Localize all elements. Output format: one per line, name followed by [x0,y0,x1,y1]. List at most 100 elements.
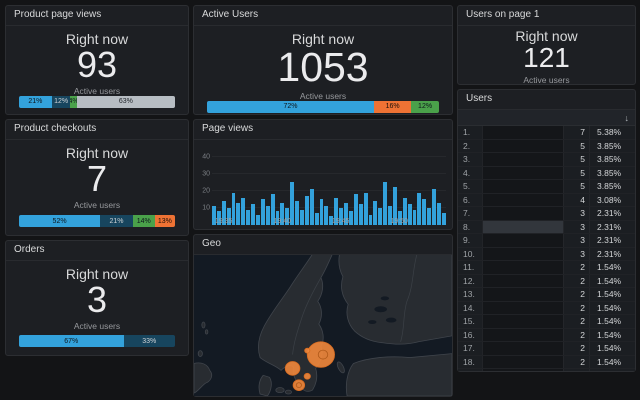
panel-title[interactable]: Users on page 1 [458,6,635,26]
bar[interactable] [422,199,426,225]
panel-body [194,255,452,396]
stat-value: 1053 [277,47,368,89]
table-sort-header[interactable]: ↓ [458,110,635,126]
table-cell-pct: 1.54% [589,315,635,328]
bar[interactable] [354,194,358,225]
table-row[interactable]: 3.53.85% [458,153,635,167]
sort-descending-icon[interactable]: ↓ [625,113,630,123]
table-row[interactable]: 19.21.54% [458,369,635,371]
bar[interactable] [305,196,309,225]
panel-users-table: Users ↓ 1.75.38%2.53.85%3.53.85%4.53.85%… [457,89,636,372]
table-row[interactable]: 9.32.31% [458,234,635,248]
table-cell-val: 2 [563,288,589,301]
bar[interactable] [364,193,368,226]
bar[interactable] [417,193,421,226]
bar[interactable] [432,189,436,225]
table-row[interactable]: 10.32.31% [458,248,635,262]
gauge-segment: 13% [155,215,175,227]
table-cell-name [482,194,563,207]
table-cell-val: 2 [563,356,589,369]
table-row[interactable]: 5.53.85% [458,180,635,194]
gauge-segment: 12% [411,101,439,113]
table-cell-val: 2 [563,315,589,328]
stat-value: 93 [77,47,117,84]
geo-bubble[interactable] [305,348,310,353]
geo-bubble[interactable] [285,361,300,375]
bar[interactable] [251,204,255,225]
table-row[interactable]: 4.53.85% [458,167,635,181]
table-cell-name [482,126,563,139]
bar[interactable] [383,182,387,225]
table-cell-name [482,221,563,234]
table-row[interactable]: 16.21.54% [458,329,635,343]
table-cell-index: 2. [458,140,482,153]
y-axis-tick-label: 40 [195,153,210,160]
panel-title[interactable]: Product page views [6,6,188,26]
table-row[interactable]: 12.21.54% [458,275,635,289]
bar[interactable] [310,189,314,225]
bar[interactable] [437,203,441,225]
segmented-gauge: 72%16%12% [207,101,439,113]
bar[interactable] [373,201,377,225]
table-cell-val: 5 [563,167,589,180]
table-row[interactable]: 11.21.54% [458,261,635,275]
stat-subtitle: Active users [74,86,120,96]
table-row[interactable]: 8.32.31% [458,221,635,235]
bar[interactable] [315,213,319,225]
table-cell-name [482,153,563,166]
bar[interactable] [241,198,245,225]
table-cell-val: 3 [563,221,589,234]
y-axis-tick-label: 20 [195,187,210,194]
table-cell-index: 5. [458,180,482,193]
bar[interactable] [295,201,299,225]
bar[interactable] [427,208,431,225]
geo-bubble[interactable] [304,373,310,379]
bar[interactable] [324,206,328,225]
table-row[interactable]: 1.75.38% [458,126,635,140]
bar[interactable] [359,204,363,225]
geo-bubble[interactable] [293,380,305,391]
bar[interactable] [320,199,324,225]
bar[interactable] [256,215,260,225]
panel-product-checkouts: Product checkouts Right now 7 Active use… [5,119,189,236]
bar[interactable] [369,215,373,225]
panel-title[interactable]: Product checkouts [6,120,188,140]
table-row[interactable]: 18.21.54% [458,356,635,370]
panel-title[interactable]: Users [458,90,635,110]
table-cell-name [482,302,563,315]
table-cell-index: 16. [458,329,482,342]
table-cell-pct: 1.54% [589,261,635,274]
stat-value: 121 [523,44,570,73]
bar[interactable] [300,210,304,225]
bar[interactable] [261,199,265,225]
panel-title[interactable]: Page views [194,120,452,140]
table-cell-index: 6. [458,194,482,207]
panel-title[interactable]: Geo [194,235,452,255]
table-cell-val: 2 [563,275,589,288]
bar[interactable] [236,203,240,225]
stat-subtitle: Active users [74,200,120,210]
table-cell-pct: 1.54% [589,275,635,288]
gauge-segment: 52% [19,215,100,227]
stat-value: 3 [87,282,107,319]
stat-subtitle: Active users [300,91,346,101]
table-cell-index: 14. [458,302,482,315]
table-row[interactable]: 13.21.54% [458,288,635,302]
table-row[interactable]: 17.21.54% [458,342,635,356]
table-row[interactable]: 14.21.54% [458,302,635,316]
bar[interactable] [266,206,270,225]
table-row[interactable]: 15.21.54% [458,315,635,329]
panel-title[interactable]: Orders [6,241,188,261]
bar[interactable] [413,210,417,225]
bar[interactable] [378,208,382,225]
x-axis-tick-label: 19:45 [332,218,350,225]
table-cell-index: 18. [458,356,482,369]
bar[interactable] [246,210,250,225]
table-row[interactable]: 7.32.31% [458,207,635,221]
table-row[interactable]: 2.53.85% [458,140,635,154]
panel-title[interactable]: Active Users [194,6,452,26]
bar[interactable] [442,213,446,225]
table-row[interactable]: 6.43.08% [458,194,635,208]
geo-map[interactable] [194,255,452,396]
geo-bubble[interactable] [307,342,334,368]
